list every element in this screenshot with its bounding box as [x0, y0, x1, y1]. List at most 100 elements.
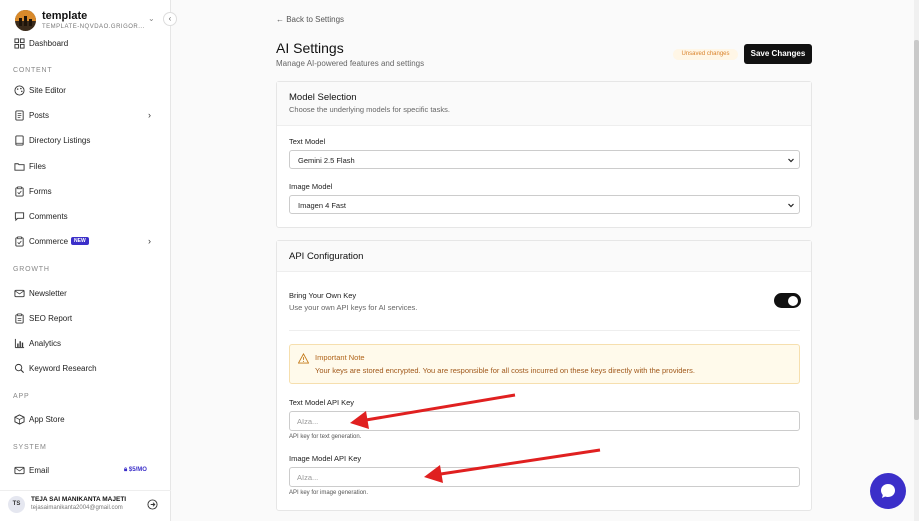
- note-title: Important Note: [315, 353, 365, 362]
- sidebar-item-app-store[interactable]: App Store: [0, 410, 171, 430]
- byok-description: Use your own API keys for AI services.: [289, 303, 418, 312]
- sidebar-item-forms[interactable]: Forms: [0, 182, 171, 202]
- sidebar-item-label: Analytics: [29, 339, 62, 348]
- sidebar-item-keyword-research[interactable]: Keyword Research: [0, 359, 171, 379]
- sidebar-item-seo-report[interactable]: SEO Report: [0, 309, 171, 329]
- search-icon: [14, 363, 25, 374]
- folder-icon: [14, 161, 25, 172]
- section-growth: GROWTH: [13, 266, 50, 273]
- sidebar-item-label: SEO Report: [29, 314, 73, 323]
- unsaved-changes-badge: Unsaved changes: [673, 49, 738, 60]
- sidebar-item-site-editor[interactable]: Site Editor: [0, 81, 171, 101]
- sidebar-item-label: Commerce: [29, 237, 69, 246]
- report-icon: [14, 313, 25, 324]
- image-model-api-key-input[interactable]: AIza...: [289, 467, 800, 487]
- page-title: AI Settings: [276, 40, 344, 56]
- sidebar-item-label: Directory Listings: [29, 136, 91, 145]
- sidebar-item-commerce[interactable]: Commerce NEW ›: [0, 232, 171, 252]
- card-title: Model Selection: [289, 92, 357, 103]
- sidebar-item-label: Comments: [29, 212, 68, 221]
- sidebar-item-analytics[interactable]: Analytics: [0, 334, 171, 354]
- chat-launcher-button[interactable]: [870, 473, 906, 509]
- chat-icon: [881, 484, 895, 498]
- sidebar-item-newsletter[interactable]: Newsletter: [0, 284, 171, 304]
- user-email: tejasaimanikanta2004@gmail.com: [31, 505, 123, 511]
- user-name: TEJA SAI MANIKANTA MAJETI: [31, 496, 127, 503]
- sidebar-item-dashboard[interactable]: Dashboard: [0, 34, 171, 54]
- document-icon: [14, 110, 25, 121]
- sidebar-item-directory-listings[interactable]: Directory Listings: [0, 131, 171, 151]
- sidebar-item-label: Forms: [29, 187, 52, 196]
- sidebar-item-comments[interactable]: Comments: [0, 207, 171, 227]
- input-placeholder: AIza...: [297, 417, 319, 426]
- sidebar-item-label: Keyword Research: [29, 364, 97, 373]
- sidebar-item-label: Site Editor: [29, 86, 66, 95]
- clipboard-check-icon: [14, 236, 25, 247]
- input-placeholder: AIza...: [297, 473, 319, 482]
- mail-icon: [14, 465, 25, 476]
- sidebar-item-label: Newsletter: [29, 289, 67, 298]
- section-content: CONTENT: [13, 67, 53, 74]
- site-name: template: [42, 10, 88, 22]
- chevron-left-icon: ‹: [168, 14, 172, 23]
- api-configuration-card: API Configuration Bring Your Own Key Use…: [276, 240, 812, 511]
- warning-icon: [298, 353, 309, 364]
- byok-toggle[interactable]: [774, 293, 801, 308]
- text-key-label: Text Model API Key: [289, 398, 355, 407]
- toggle-knob: [788, 296, 798, 306]
- select-value: Gemini 2.5 Flash: [298, 156, 355, 165]
- section-app: APP: [13, 393, 30, 400]
- sidebar-item-posts[interactable]: Posts ›: [0, 106, 171, 126]
- text-model-select[interactable]: Gemini 2.5 Flash: [289, 150, 800, 169]
- chart-icon: [14, 338, 25, 349]
- book-icon: [14, 135, 25, 146]
- sidebar-item-label: App Store: [29, 415, 65, 424]
- sidebar-item-label: Email: [29, 466, 50, 475]
- image-model-select[interactable]: Imagen 4 Fast: [289, 195, 800, 214]
- important-note-alert: Important Note Your keys are stored encr…: [289, 344, 800, 384]
- package-icon: [14, 414, 25, 425]
- chevron-down-icon: [788, 203, 794, 208]
- image-key-label: Image Model API Key: [289, 454, 362, 463]
- page-subtitle: Manage AI-powered features and settings: [276, 59, 425, 68]
- page-scrollbar[interactable]: [914, 0, 919, 521]
- comment-icon: [14, 211, 25, 222]
- card-title: API Configuration: [289, 251, 364, 262]
- chevron-right-icon: ›: [148, 110, 151, 120]
- user-profile[interactable]: TS TEJA SAI MANIKANTA MAJETI tejasaimani…: [0, 490, 171, 521]
- sidebar-item-files[interactable]: Files: [0, 157, 171, 177]
- model-selection-card: Model Selection Choose the underlying mo…: [276, 81, 812, 228]
- sidebar-item-email[interactable]: Email 🔒︎ $5/MO: [0, 461, 171, 481]
- scroll-thumb[interactable]: [914, 40, 919, 420]
- chevron-right-icon: ›: [148, 236, 151, 246]
- text-model-label: Text Model: [289, 137, 326, 146]
- select-value: Imagen 4 Fast: [298, 201, 346, 210]
- collapse-sidebar-button[interactable]: ‹: [163, 12, 177, 26]
- save-changes-button[interactable]: Save Changes: [744, 44, 812, 64]
- section-system: SYSTEM: [13, 444, 47, 451]
- card-header: Model Selection Choose the underlying mo…: [277, 82, 811, 126]
- lock-icon: 🔒︎: [124, 467, 128, 473]
- logout-icon[interactable]: [147, 499, 158, 510]
- text-key-help: API key for text generation.: [289, 434, 362, 440]
- dashboard-icon: [14, 38, 25, 49]
- card-header: API Configuration: [277, 241, 811, 272]
- chevron-down-icon: ⌄: [148, 14, 155, 23]
- image-key-help: API key for image generation.: [289, 490, 369, 496]
- sidebar-item-label: Posts: [29, 111, 50, 120]
- text-model-api-key-input[interactable]: AIza...: [289, 411, 800, 431]
- chevron-down-icon: [788, 158, 794, 163]
- site-subdomain: TEMPLATE-NQVDAO.GRIGOR...: [42, 24, 145, 30]
- palette-icon: [14, 85, 25, 96]
- site-logo: [15, 10, 36, 31]
- avatar: TS: [8, 496, 25, 513]
- price-badge: 🔒︎ $5/MO: [124, 467, 147, 473]
- note-body: Your keys are stored encrypted. You are …: [315, 366, 695, 375]
- byok-title: Bring Your Own Key: [289, 291, 357, 300]
- clipboard-icon: [14, 186, 25, 197]
- divider: [289, 330, 800, 331]
- sidebar: template TEMPLATE-NQVDAO.GRIGOR... ⌄ Das…: [0, 0, 171, 521]
- image-model-label: Image Model: [289, 182, 333, 191]
- sidebar-item-label: Dashboard: [29, 39, 69, 48]
- back-to-settings-link[interactable]: ← Back to Settings: [276, 15, 344, 24]
